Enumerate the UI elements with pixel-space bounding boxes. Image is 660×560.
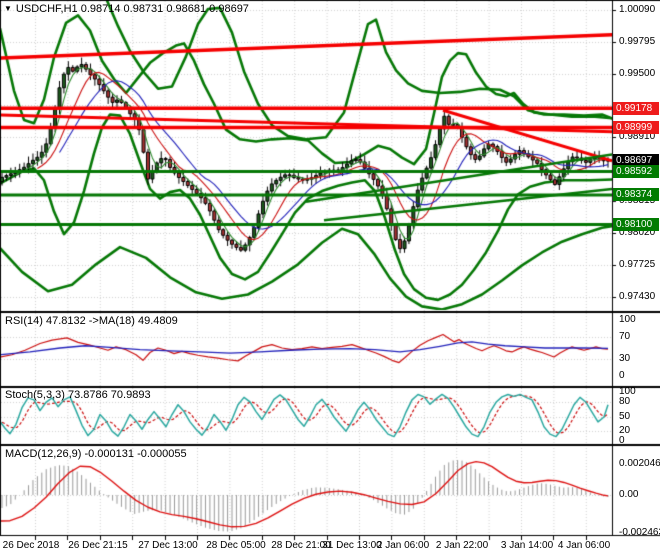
macd-scale-label: -0.002463 bbox=[619, 526, 660, 538]
stoch-scale-label: 0 bbox=[619, 435, 625, 446]
price-badge-0.98100: 0.98100 bbox=[613, 217, 659, 231]
price-badge-0.98374: 0.98374 bbox=[613, 188, 659, 202]
stoch-scale-label: 80 bbox=[619, 395, 631, 407]
price-tick-label: 1.00090 bbox=[619, 4, 656, 16]
chart-title-bar: ▼ USDCHF,H1 0.98714 0.98731 0.98681 0.986… bbox=[4, 3, 249, 15]
price-tick-label: 0.97725 bbox=[619, 258, 656, 270]
stoch-scale-label: 50 bbox=[619, 410, 631, 422]
price-badge-0.98999: 0.98999 bbox=[613, 121, 659, 135]
rsi-indicator-label: RSI(14) 47.8132 ->MA(18) 49.4809 bbox=[5, 315, 178, 327]
symbol-dropdown-icon[interactable]: ▼ bbox=[4, 4, 12, 13]
price-badge-0.99178: 0.99178 bbox=[613, 101, 659, 115]
price-chart-canvas[interactable] bbox=[0, 0, 660, 560]
stoch-indicator-label: Stoch(5,3,3) 73.8786 70.9893 bbox=[5, 389, 151, 401]
rsi-scale-label: 100 bbox=[619, 314, 636, 325]
chart-window: ▼ USDCHF,H1 0.98714 0.98731 0.98681 0.986… bbox=[0, 0, 660, 560]
rsi-scale-label: 30 bbox=[619, 353, 631, 365]
rsi-scale-label: 70 bbox=[619, 330, 631, 342]
macd-indicator-label: MACD(12,26,9) -0.000131 -0.000055 bbox=[5, 448, 187, 460]
time-axis-label: 4 Jan 06:00 bbox=[557, 540, 611, 551]
price-tick-label: 0.97430 bbox=[619, 290, 656, 302]
symbol-ohlc-readout: USDCHF,H1 0.98714 0.98731 0.98681 0.9869… bbox=[15, 3, 249, 15]
macd-scale-label: 0.00 bbox=[619, 489, 639, 500]
price-tick-label: 0.99500 bbox=[619, 67, 656, 79]
price-tick-label: 0.99795 bbox=[619, 35, 656, 47]
macd-scale-label: 0.002046 bbox=[619, 457, 660, 469]
price-badge-0.98592: 0.98592 bbox=[613, 164, 659, 178]
rsi-scale-label: 0 bbox=[619, 370, 625, 381]
